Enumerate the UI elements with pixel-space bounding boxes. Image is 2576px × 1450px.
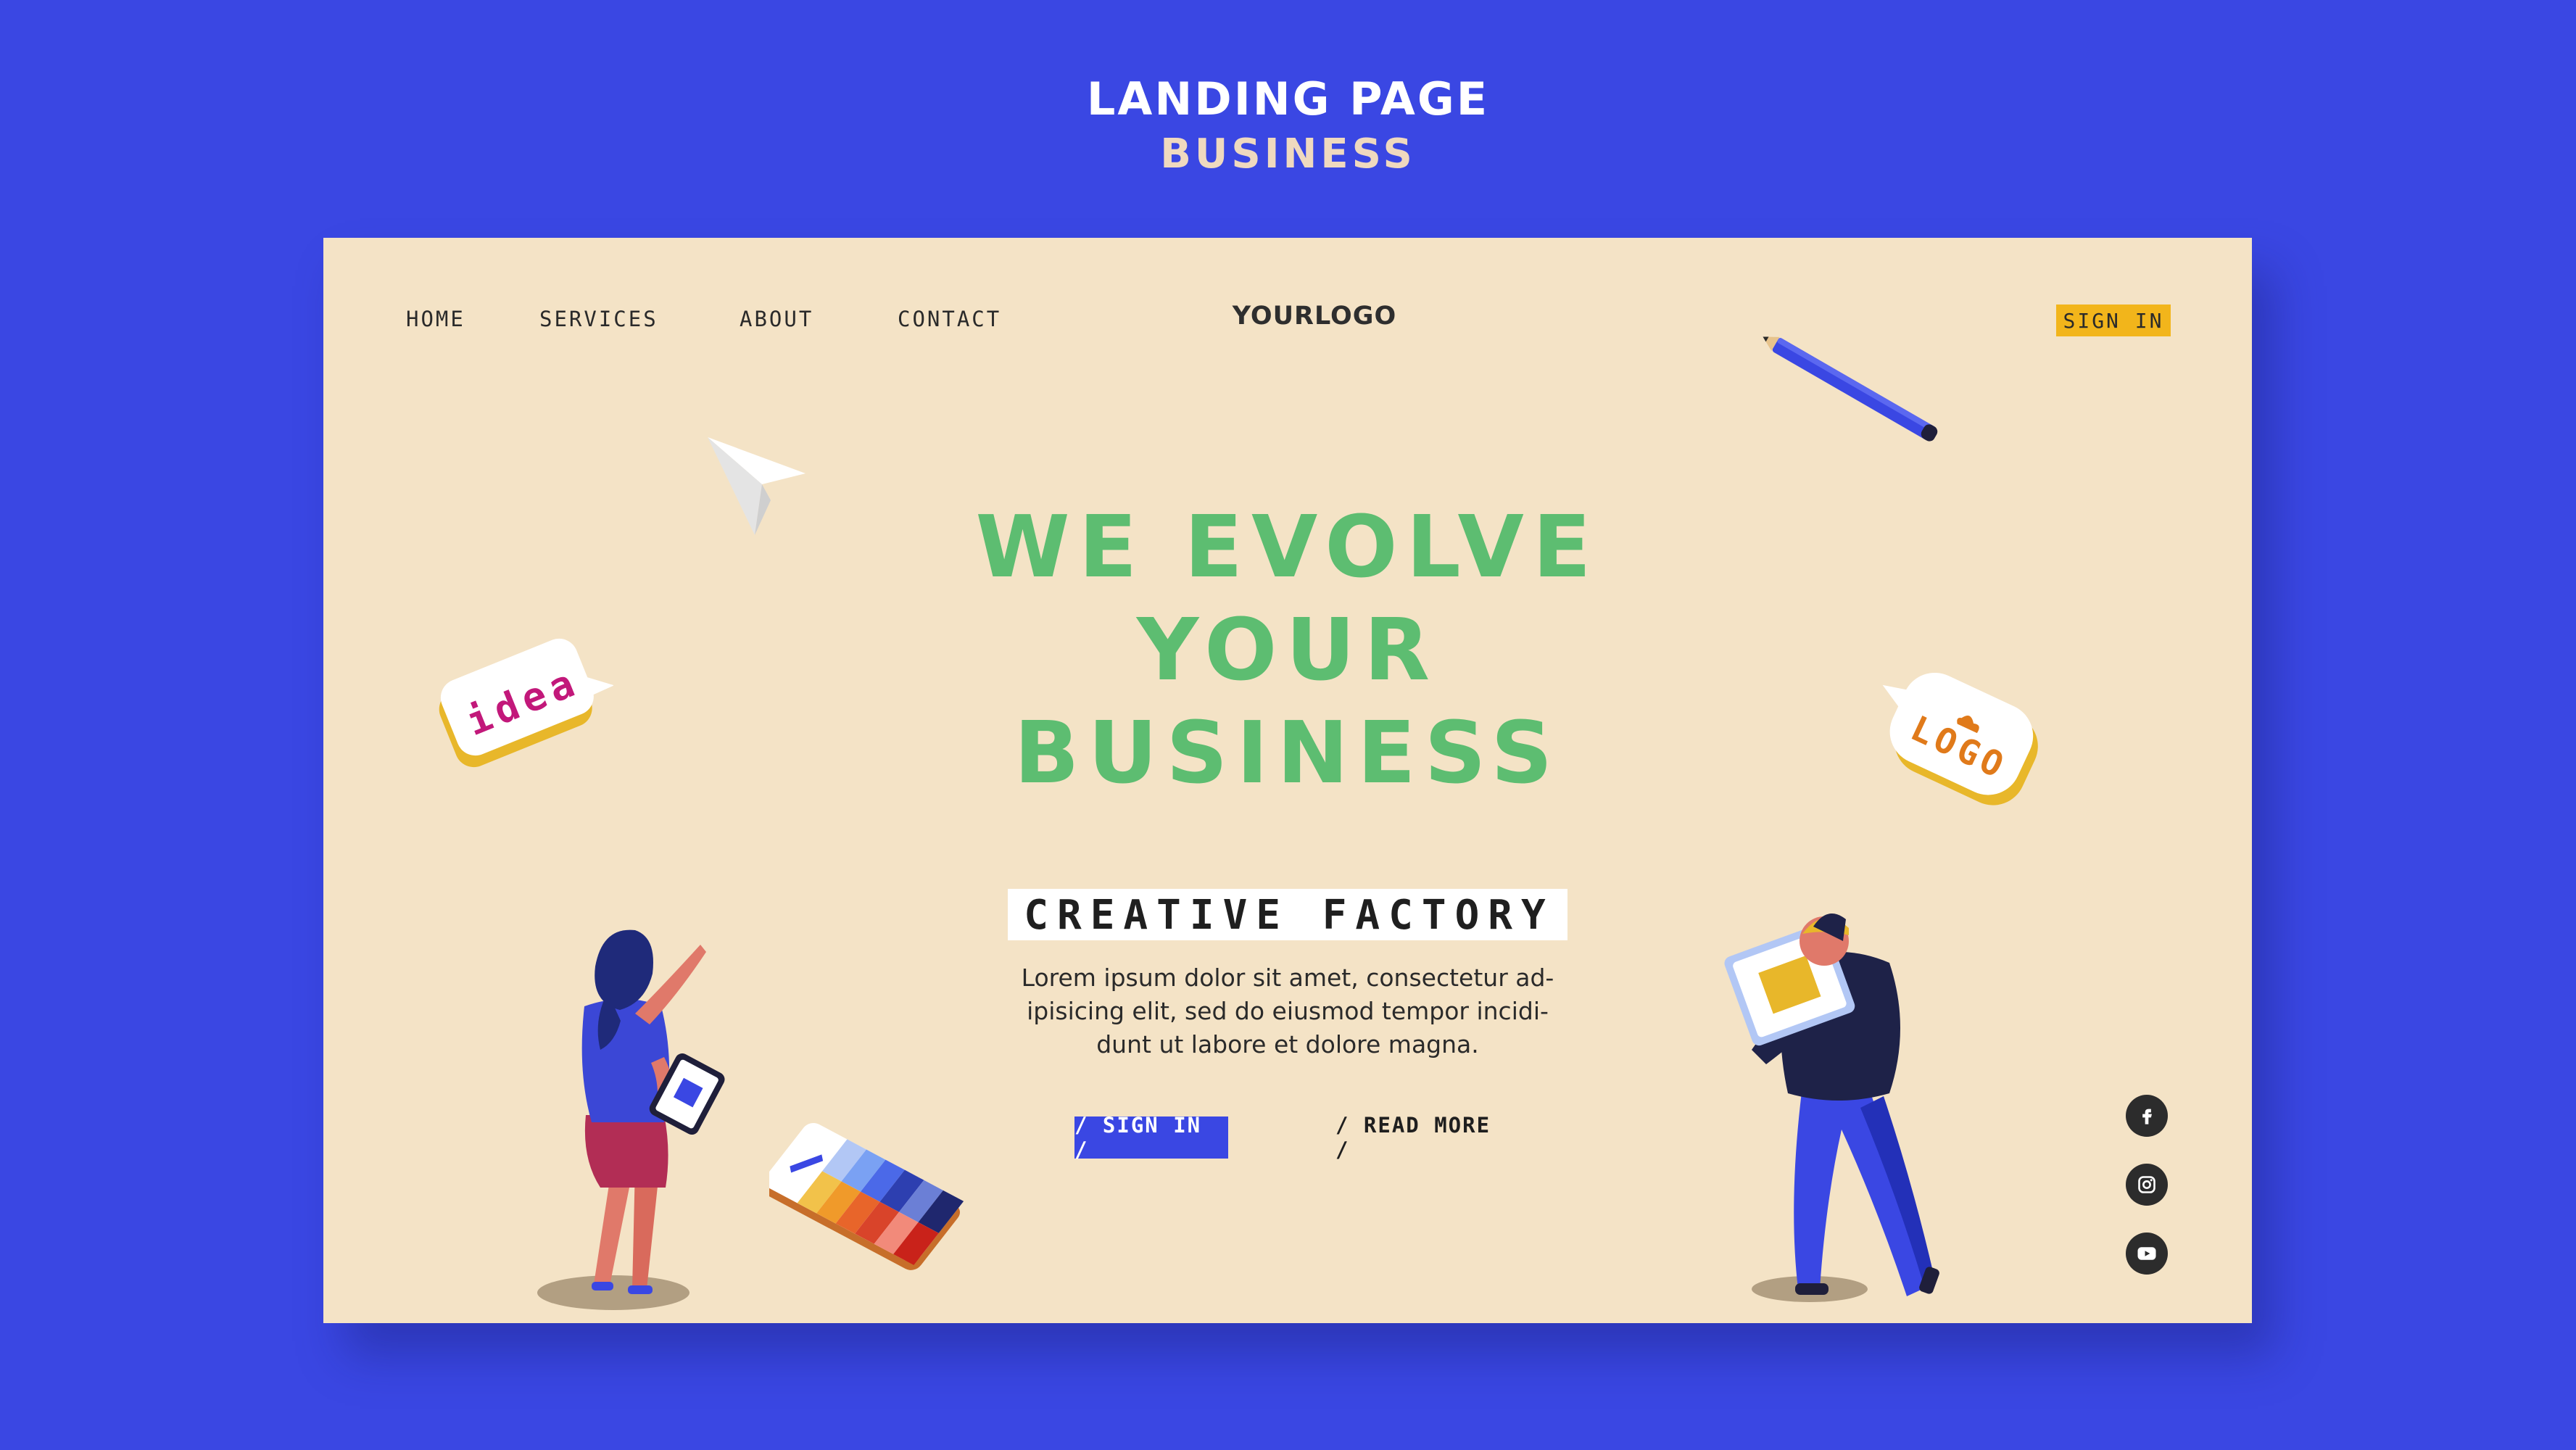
facebook-link[interactable] bbox=[2126, 1095, 2168, 1137]
instagram-icon bbox=[2138, 1176, 2155, 1193]
hero-headline-line-3: BUSINESS bbox=[1014, 703, 1562, 803]
pencil-illustration bbox=[1763, 336, 1938, 442]
hero-headline-line-2: YOUR bbox=[1136, 600, 1439, 700]
youtube-link[interactable] bbox=[2126, 1232, 2168, 1275]
nav-home-link[interactable]: HOME bbox=[406, 307, 465, 331]
header-sign-in-button[interactable]: SIGN IN bbox=[2056, 304, 2171, 336]
nav-services-link[interactable]: SERVICES bbox=[539, 307, 658, 331]
hero-read-more-link[interactable]: / READ MORE / bbox=[1335, 1113, 1517, 1162]
color-palette-illustration bbox=[769, 1122, 964, 1270]
hero-headline-line-1: WE EVOLVE bbox=[975, 497, 1600, 597]
hero-tagline: CREATIVE FACTORY bbox=[1008, 889, 1567, 940]
youtube-icon bbox=[2137, 1247, 2156, 1260]
nav-about-link[interactable]: ABOUT bbox=[740, 307, 813, 331]
instagram-link[interactable] bbox=[2126, 1164, 2168, 1206]
presentation-title: LANDING PAGE bbox=[1086, 72, 1490, 125]
woman-illustration bbox=[537, 929, 725, 1310]
nav-contact-link[interactable]: CONTACT bbox=[898, 307, 1001, 331]
facebook-icon bbox=[2142, 1109, 2152, 1124]
hero-headline: WE EVOLVE YOUR BUSINESS bbox=[925, 495, 1650, 804]
hero-sign-in-button[interactable]: / SIGN IN / bbox=[1074, 1113, 1228, 1162]
man-illustration bbox=[1724, 914, 1939, 1302]
site-logo[interactable]: YOURLOGO bbox=[1202, 302, 1427, 331]
paper-plane-illustration bbox=[708, 437, 805, 535]
idea-speech-bubble: idea bbox=[439, 638, 613, 768]
presentation-subtitle: BUSINESS bbox=[1160, 130, 1416, 178]
hero-body-text: Lorem ipsum dolor sit amet, consectetur … bbox=[1021, 964, 1554, 1058]
landing-page-mockup: HOME SERVICES ABOUT CONTACT YOURLOGO SIG… bbox=[323, 238, 2252, 1323]
